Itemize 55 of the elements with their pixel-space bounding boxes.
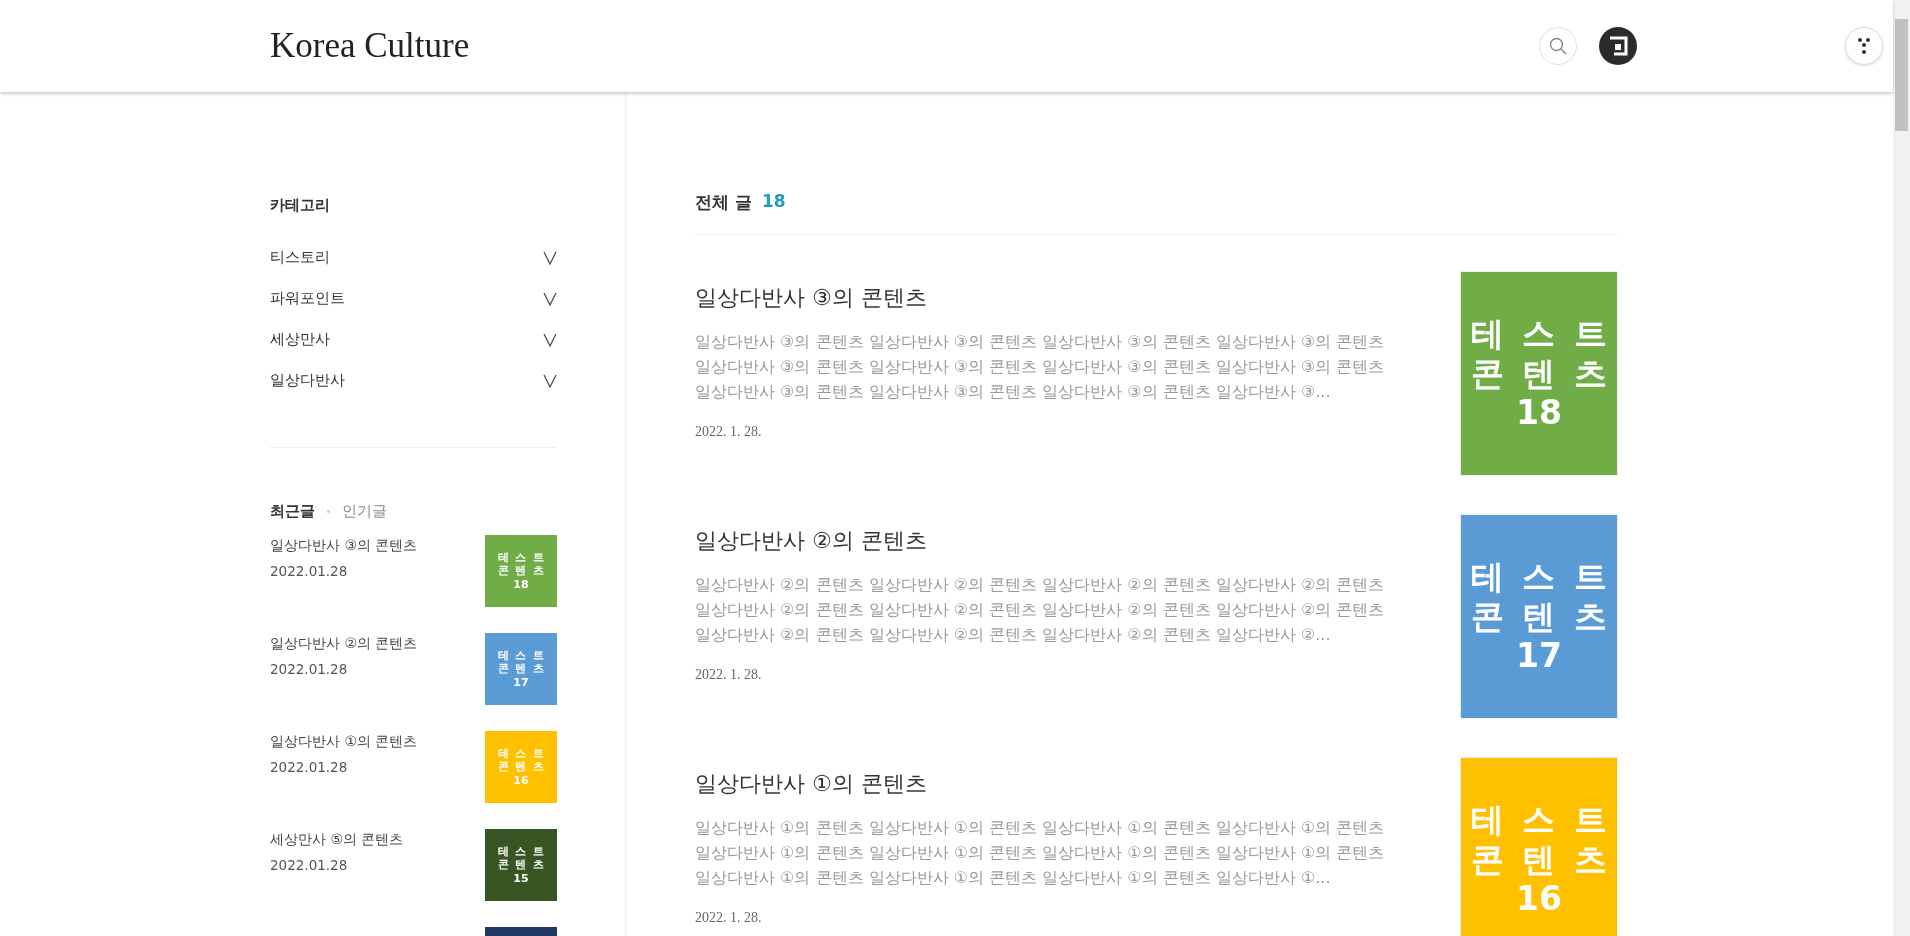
post-title[interactable]: 일상다반사 ③의 콘텐츠: [695, 283, 1395, 313]
chevron-down-icon[interactable]: [543, 332, 557, 347]
dots-icon: [1857, 37, 1871, 55]
chevron-down-icon[interactable]: [543, 291, 557, 306]
post-link[interactable]: 일상다반사 ③의 콘텐츠: [270, 537, 418, 555]
post-excerpt: 일상다반사 ②의 콘텐츠 일상다반사 ②의 콘텐츠 일상다반사 ②의 콘텐츠 일상다반사 ②의 콘텐츠 일상다반사 ②의 콘텐츠 일상다반사 ②의 콘텐츠 일상다반사 ②의 콘텐츠 일상다반사 ②의 콘텐츠 일상다반사 ②의 콘텐츠 일상다반사 ②의 콘텐츠 일상다반사 ②의 콘텐츠 일상다반사 ②...: [695, 574, 1386, 646]
post-count: 18: [761, 191, 786, 213]
section-heading: 전체 글: [695, 191, 752, 214]
post-date: 2022. 1. 28.: [695, 424, 763, 440]
post-date: 2022. 1. 28.: [695, 910, 763, 926]
thumbnail-text: 15: [513, 871, 529, 885]
post-date: 2022.01.28: [270, 661, 349, 677]
chevron-down-icon[interactable]: [543, 250, 557, 265]
thumbnail-text: 테스트: [498, 551, 550, 565]
thumbnail-text: 콘텐츠: [498, 760, 550, 774]
post-link[interactable]: 일상다반사 ②의 콘텐츠: [270, 635, 418, 653]
category-link[interactable]: 세상만사: [270, 330, 330, 349]
post-link[interactable]: 일상다반사 ①의 콘텐츠: [270, 733, 418, 751]
category-link[interactable]: 파워포인트: [270, 289, 345, 308]
post-title[interactable]: 일상다반사 ①의 콘텐츠: [695, 769, 1395, 799]
category-link[interactable]: 티스토리: [270, 248, 330, 267]
category-link[interactable]: 일상다반사: [270, 371, 345, 390]
site-logo[interactable]: Korea Culture: [270, 26, 1539, 66]
thumbnail-text: 18: [513, 577, 529, 591]
chevron-down-icon[interactable]: [543, 373, 557, 388]
menu-button[interactable]: [1845, 27, 1883, 65]
thumbnail-image[interactable]: 테스트 콘텐츠 15: [485, 829, 557, 901]
tab[interactable]: 인기글: [342, 502, 387, 521]
thumbnail-text: 테스트: [498, 649, 550, 663]
post-date: 2022.01.28: [270, 759, 349, 775]
thumbnail-text: 17: [1516, 636, 1562, 676]
thumbnail-text: 16: [1516, 879, 1562, 919]
separator-dot: [327, 510, 330, 513]
post-date: 2022.01.28: [270, 857, 349, 873]
thumbnail-text: 테스트: [498, 747, 550, 761]
thumbnail-text: 테스트: [498, 845, 550, 859]
post-date: 2022.01.28: [270, 563, 349, 579]
thumbnail-text: 콘텐츠: [498, 662, 550, 676]
post-date: 2022. 1. 28.: [695, 667, 763, 683]
thumbnail-text: 17: [513, 675, 529, 689]
avatar-icon: [1607, 35, 1629, 57]
thumbnail-text: 콘텐츠: [498, 564, 550, 578]
search-button[interactable]: [1539, 27, 1577, 65]
post-title[interactable]: 일상다반사 ②의 콘텐츠: [695, 526, 1395, 556]
thumbnail-text: 콘텐츠: [498, 858, 550, 872]
tab[interactable]: 최근글: [270, 502, 315, 521]
search-icon: [1549, 37, 1567, 55]
category-heading: 카테고리: [270, 196, 331, 216]
scrollbar-thumb[interactable]: [1895, 19, 1908, 131]
profile-avatar[interactable]: [1599, 27, 1637, 65]
thumbnail-text: 18: [1516, 393, 1562, 433]
thumbnail-text: 16: [513, 773, 529, 787]
post-excerpt: 일상다반사 ③의 콘텐츠 일상다반사 ③의 콘텐츠 일상다반사 ③의 콘텐츠 일상다반사 ③의 콘텐츠 일상다반사 ③의 콘텐츠 일상다반사 ③의 콘텐츠 일상다반사 ③의 콘텐츠 일상다반사 ③의 콘텐츠 일상다반사 ③의 콘텐츠 일상다반사 ③의 콘텐츠 일상다반사 ③의 콘텐츠 일상다반사 ③...: [695, 331, 1386, 403]
post-link[interactable]: 세상만사 ⑤의 콘텐츠: [270, 831, 404, 849]
post-excerpt: 일상다반사 ①의 콘텐츠 일상다반사 ①의 콘텐츠 일상다반사 ①의 콘텐츠 일상다반사 ①의 콘텐츠 일상다반사 ①의 콘텐츠 일상다반사 ①의 콘텐츠 일상다반사 ①의 콘텐츠 일상다반사 ①의 콘텐츠 일상다반사 ①의 콘텐츠 일상다반사 ①의 콘텐츠 일상다반사 ①의 콘텐츠 일상다반사 ①...: [695, 817, 1386, 889]
